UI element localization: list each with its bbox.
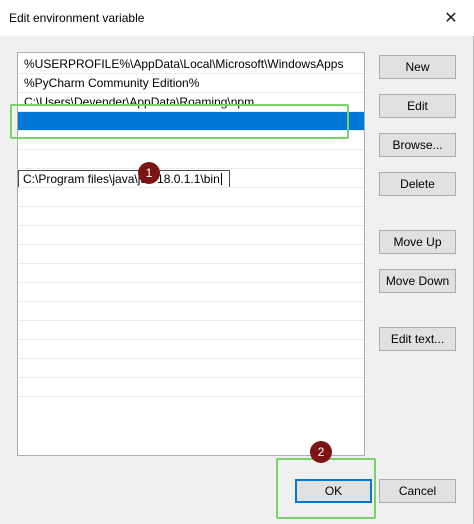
list-item-empty[interactable] — [18, 245, 364, 264]
title-bar: Edit environment variable ✕ — [0, 0, 474, 36]
list-item-empty[interactable] — [18, 321, 364, 340]
new-button[interactable]: New — [379, 55, 456, 79]
browse-button[interactable]: Browse... — [379, 133, 456, 157]
list-item-empty[interactable] — [18, 283, 364, 302]
step-marker-2: 2 — [310, 441, 332, 463]
move-down-button[interactable]: Move Down — [379, 269, 456, 293]
list-item-empty[interactable] — [18, 188, 364, 207]
highlight-box-step2 — [276, 458, 376, 519]
delete-button[interactable]: Delete — [379, 172, 456, 196]
list-item-empty[interactable] — [18, 169, 364, 188]
cancel-button[interactable]: Cancel — [379, 479, 456, 503]
list-item-empty[interactable] — [18, 207, 364, 226]
list-item-empty[interactable] — [18, 340, 364, 359]
list-item-empty[interactable] — [18, 359, 364, 378]
move-up-button[interactable]: Move Up — [379, 230, 456, 254]
edit-button[interactable]: Edit — [379, 94, 456, 118]
edit-text-button[interactable]: Edit text... — [379, 327, 456, 351]
highlight-box-step1 — [10, 104, 349, 139]
window-title: Edit environment variable — [9, 11, 145, 25]
list-item[interactable]: %USERPROFILE%\AppData\Local\Microsoft\Wi… — [18, 55, 364, 74]
list-item-empty[interactable] — [18, 302, 364, 321]
list-item-empty[interactable] — [18, 378, 364, 397]
list-item[interactable]: %PyCharm Community Edition% — [18, 74, 364, 93]
list-item-empty[interactable] — [18, 264, 364, 283]
list-item-empty[interactable] — [18, 226, 364, 245]
close-icon: ✕ — [444, 10, 458, 27]
close-button[interactable]: ✕ — [428, 0, 474, 36]
step-marker-1: 1 — [138, 162, 160, 184]
edit-environment-variable-dialog: Edit environment variable ✕ %USERPROFILE… — [0, 0, 474, 524]
list-item-empty[interactable] — [18, 150, 364, 169]
